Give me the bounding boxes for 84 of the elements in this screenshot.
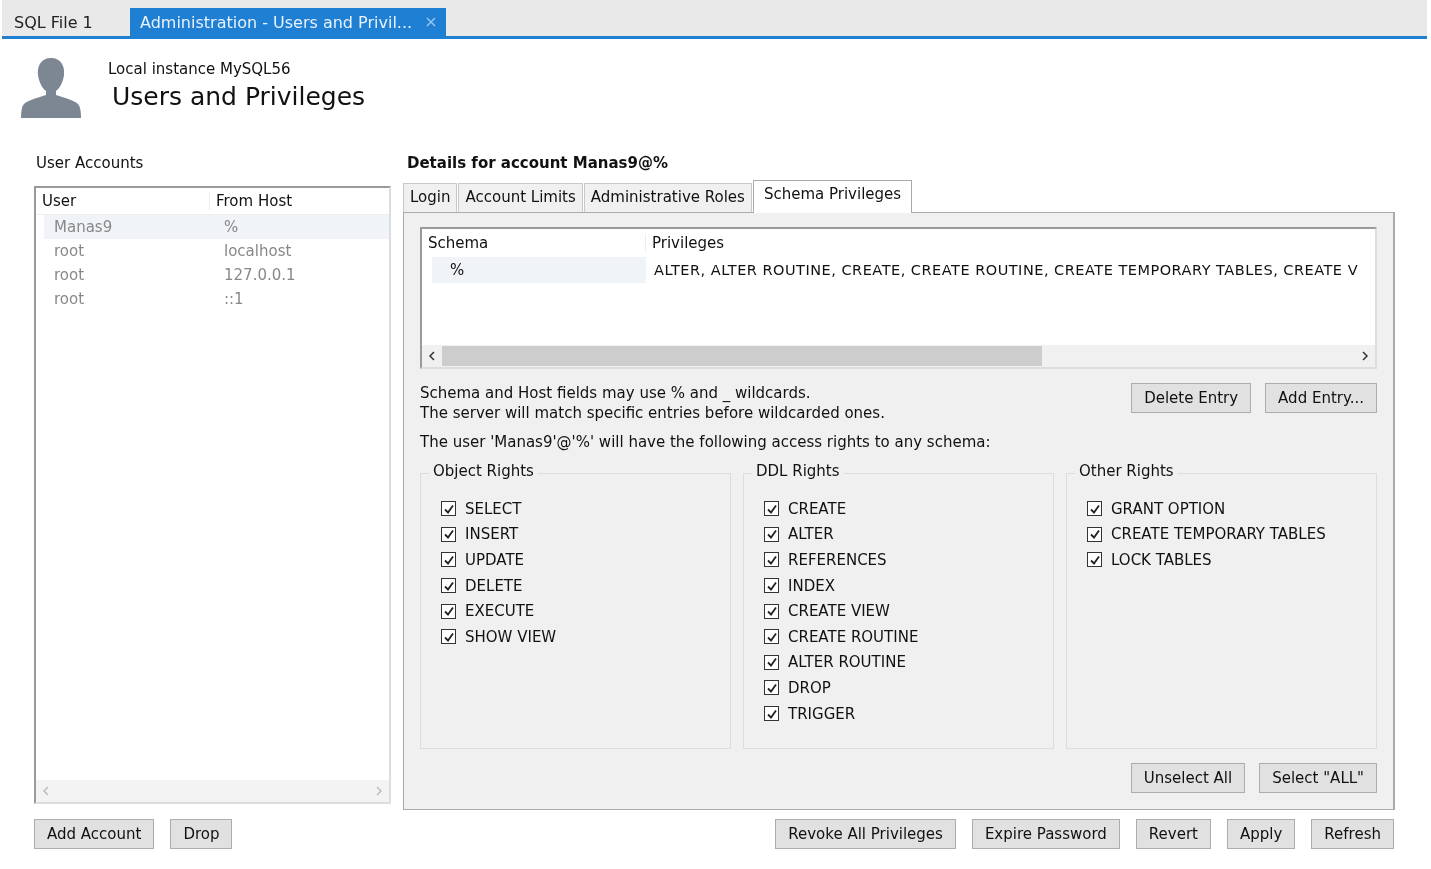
column-header[interactable]: User bbox=[36, 192, 210, 210]
table-cell-text: ALTER, ALTER ROUTINE, CREATE, CREATE ROUTINE, CREATE TEMPORARY TABLES, CREATE V bbox=[653, 262, 1360, 278]
checkbox[interactable] bbox=[764, 654, 779, 670]
document-tab[interactable]: Administration - Users and Privil... bbox=[130, 8, 447, 36]
user-row[interactable]: root ::1 bbox=[44, 287, 389, 311]
action-button[interactable]: Refresh bbox=[1311, 819, 1394, 849]
checkbox-label[interactable]: SELECT bbox=[465, 499, 522, 518]
table-cell-text: root bbox=[53, 266, 86, 284]
table-cell-text: root bbox=[53, 242, 86, 260]
action-button[interactable]: Expire Password bbox=[971, 819, 1120, 849]
checkbox[interactable] bbox=[1087, 526, 1102, 542]
checkbox[interactable] bbox=[441, 578, 456, 594]
scroll-right-icon[interactable] bbox=[1361, 351, 1369, 361]
selection-button[interactable]: Select "ALL" bbox=[1259, 763, 1377, 793]
checkbox-label[interactable]: GRANT OPTION bbox=[1111, 499, 1226, 518]
checkbox-label[interactable]: CREATE TEMPORARY TABLES bbox=[1111, 525, 1326, 544]
table-cell-text: 127.0.0.1 bbox=[223, 266, 297, 284]
checkbox-label[interactable]: ALTER ROUTINE bbox=[788, 653, 906, 672]
action-button[interactable]: Revoke All Privileges bbox=[775, 819, 956, 849]
group-title: Other Rights bbox=[1075, 462, 1178, 480]
entry-button[interactable]: Delete Entry bbox=[1131, 383, 1252, 413]
checkbox-label[interactable]: EXECUTE bbox=[465, 602, 535, 621]
checkbox[interactable] bbox=[764, 578, 779, 594]
account-button[interactable]: Add Account bbox=[34, 819, 155, 849]
tab[interactable]: Login bbox=[403, 183, 458, 212]
hint-text: Schema and Host fields may use % and _ wildcards. bbox=[420, 383, 812, 403]
tab[interactable]: Account Limits bbox=[458, 183, 583, 212]
checkbox-label[interactable]: CREATE VIEW bbox=[788, 602, 890, 621]
access-note: The user 'Manas9'@'%' will have the following access rights to any schema: bbox=[420, 433, 992, 451]
checkbox-label[interactable]: DROP bbox=[788, 678, 831, 697]
instance-name: Local instance MySQL56 bbox=[108, 60, 292, 78]
table-cell-text: % bbox=[223, 218, 240, 236]
table-cell-text: Manas9 bbox=[53, 218, 114, 236]
document-tab[interactable]: SQL File 1 bbox=[4, 8, 130, 36]
checkbox-label[interactable]: SHOW VIEW bbox=[465, 627, 557, 646]
checkbox[interactable] bbox=[441, 501, 456, 517]
checkbox[interactable] bbox=[441, 603, 456, 619]
checkbox[interactable] bbox=[1087, 501, 1102, 517]
checkbox-label[interactable]: TRIGGER bbox=[788, 704, 856, 723]
user-silhouette-icon bbox=[21, 56, 81, 118]
checkbox[interactable] bbox=[764, 603, 779, 619]
checkbox[interactable] bbox=[441, 629, 456, 645]
checkbox[interactable] bbox=[764, 706, 779, 722]
checkbox[interactable] bbox=[441, 552, 456, 568]
selection-button[interactable]: Unselect All bbox=[1130, 763, 1246, 793]
entry-button[interactable]: Add Entry... bbox=[1265, 383, 1377, 413]
column-header[interactable]: Privileges bbox=[646, 234, 1375, 252]
hint-text: The server will match specific entries before wildcarded ones. bbox=[420, 403, 885, 423]
column-header[interactable]: From Host bbox=[210, 192, 389, 210]
scroll-left-icon[interactable] bbox=[428, 351, 436, 361]
checkbox[interactable] bbox=[764, 552, 779, 568]
checkbox[interactable] bbox=[764, 501, 779, 517]
section-label: User Accounts bbox=[36, 154, 145, 174]
checkbox-label[interactable]: CREATE ROUTINE bbox=[788, 627, 919, 646]
column-header[interactable]: Schema bbox=[422, 234, 646, 252]
table-cell-text: localhost bbox=[223, 242, 293, 260]
checkbox-label[interactable]: REFERENCES bbox=[788, 551, 887, 569]
tab[interactable]: Administrative Roles bbox=[583, 183, 752, 212]
horizontal-scrollbar[interactable] bbox=[422, 345, 1375, 367]
checkbox-label[interactable]: INSERT bbox=[465, 525, 519, 544]
checkbox[interactable] bbox=[764, 629, 779, 645]
checkbox[interactable] bbox=[441, 526, 456, 542]
checkbox-label[interactable]: ALTER bbox=[788, 525, 834, 544]
action-button[interactable]: Revert bbox=[1135, 819, 1211, 849]
checkbox-label[interactable]: LOCK TABLES bbox=[1111, 551, 1212, 569]
table-cell-text: ::1 bbox=[223, 290, 245, 308]
checkbox-label[interactable]: CREATE bbox=[788, 499, 847, 518]
account-button[interactable]: Drop bbox=[170, 819, 233, 849]
checkbox-label[interactable]: DELETE bbox=[465, 576, 523, 595]
details-title: Details for account Manas9@% bbox=[407, 154, 669, 172]
checkbox[interactable] bbox=[764, 680, 779, 696]
group-title: Object Rights bbox=[429, 462, 538, 480]
page-title: Users and Privileges bbox=[112, 82, 366, 111]
tab[interactable]: Schema Privileges bbox=[752, 180, 913, 213]
user-row[interactable]: root 127.0.0.1 bbox=[44, 263, 389, 287]
group-title: DDL Rights bbox=[752, 462, 844, 480]
table-cell-text: root bbox=[53, 290, 86, 308]
action-button[interactable]: Apply bbox=[1227, 819, 1296, 849]
table-cell: % bbox=[432, 257, 646, 283]
checkbox-label[interactable]: INDEX bbox=[788, 576, 835, 595]
checkbox-label[interactable]: UPDATE bbox=[465, 551, 525, 569]
user-row[interactable]: root localhost bbox=[44, 239, 389, 263]
checkbox[interactable] bbox=[764, 526, 779, 542]
checkbox[interactable] bbox=[1087, 552, 1102, 568]
